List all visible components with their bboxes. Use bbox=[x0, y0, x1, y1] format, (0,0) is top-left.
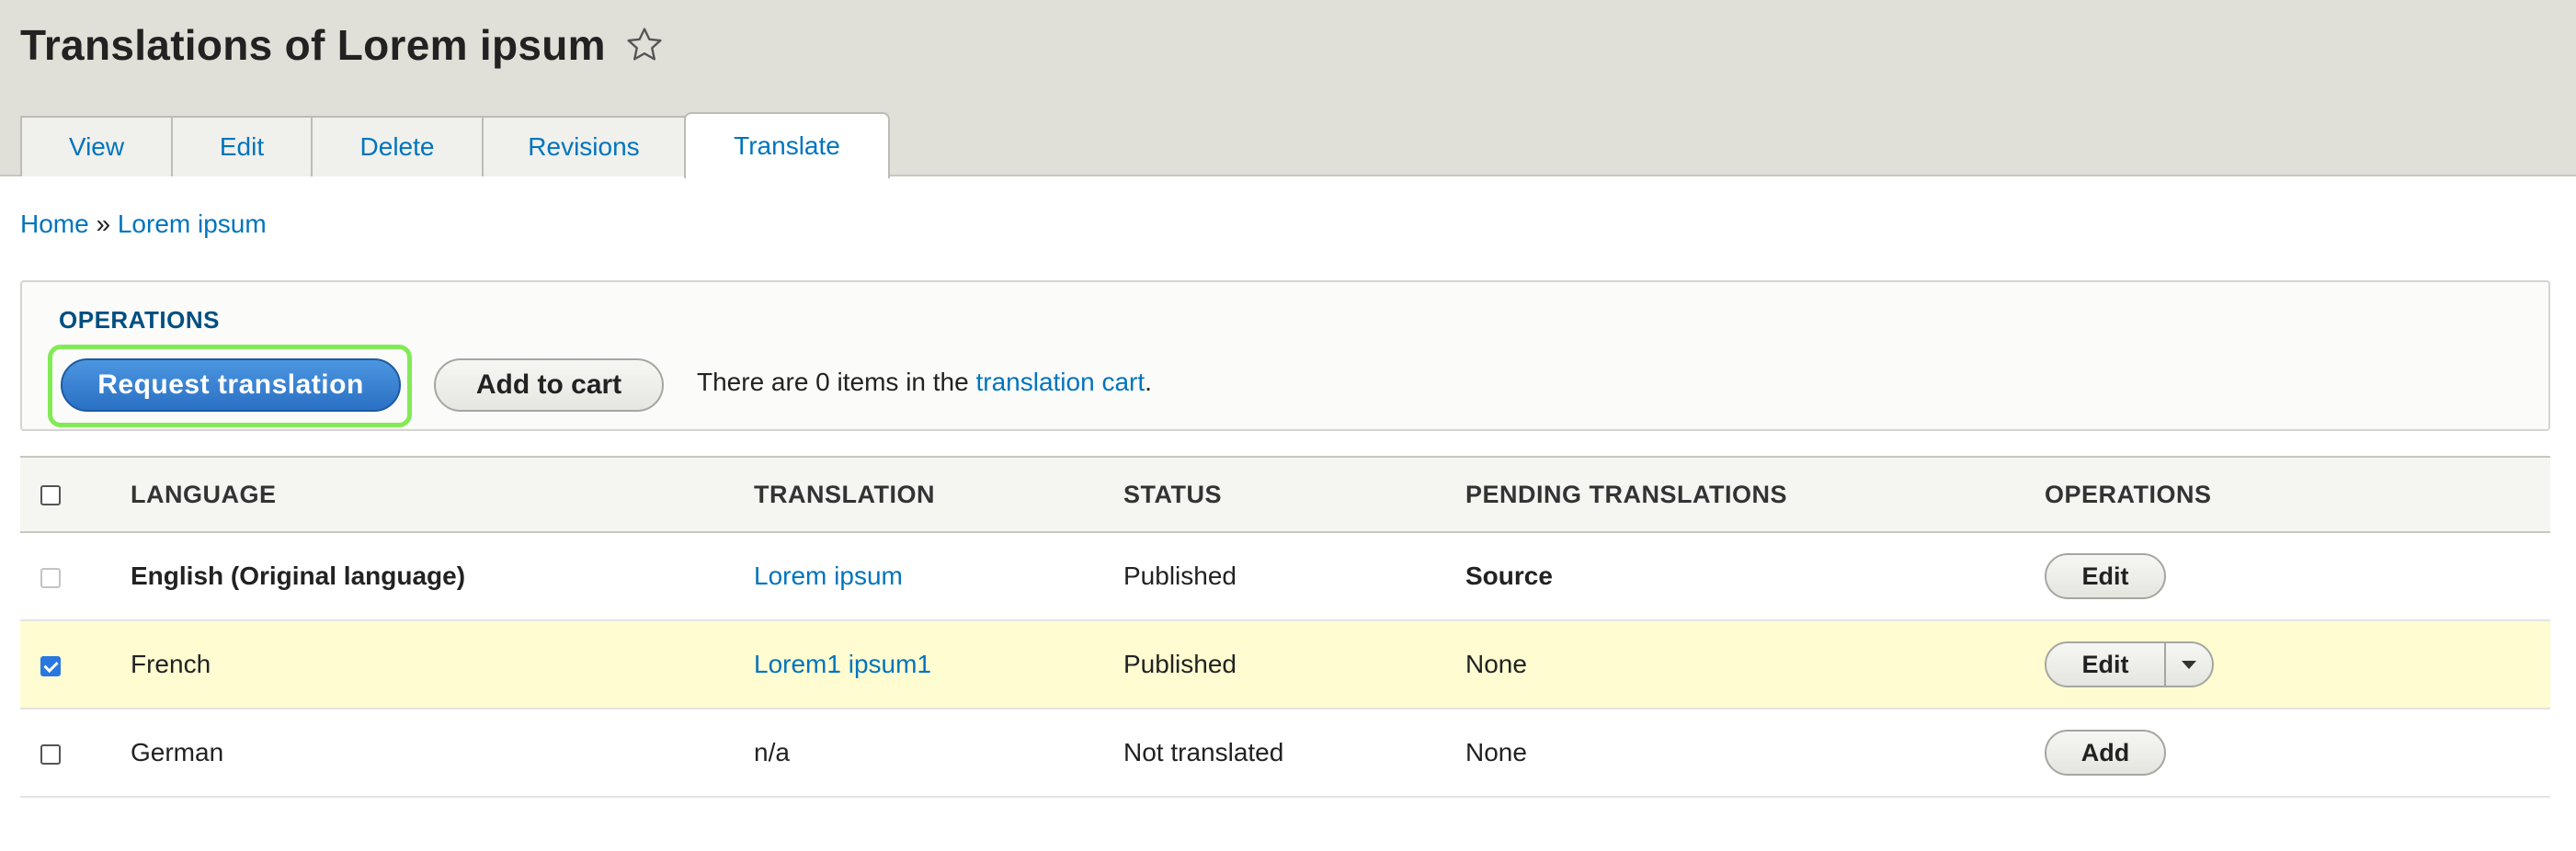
page-header: Translations of Lorem ipsum View Edit De… bbox=[0, 0, 2576, 178]
column-header-language: LANGUAGE bbox=[131, 456, 754, 533]
tab-label: Edit bbox=[219, 132, 265, 161]
edit-button[interactable]: Edit bbox=[2045, 641, 2166, 687]
tab-edit[interactable]: Edit bbox=[171, 116, 313, 176]
translation-link[interactable]: Lorem ipsum bbox=[754, 562, 903, 590]
pending-cell: None bbox=[1465, 709, 2045, 798]
dropdown-toggle-button[interactable] bbox=[2164, 641, 2214, 687]
page-title-text: Translations of Lorem ipsum bbox=[20, 21, 606, 69]
row-select-cell bbox=[20, 709, 131, 798]
add-button[interactable]: Add bbox=[2045, 730, 2166, 776]
breadcrumb-home-link[interactable]: Home bbox=[20, 210, 89, 238]
row-checkbox-english bbox=[40, 567, 61, 588]
star-icon[interactable] bbox=[624, 25, 665, 65]
table-row: English (Original language) Lorem ipsum … bbox=[20, 532, 2550, 621]
status-cell: Published bbox=[1123, 620, 1465, 709]
status-cell: Published bbox=[1123, 532, 1465, 621]
select-all-header bbox=[20, 456, 131, 533]
edit-button[interactable]: Edit bbox=[2045, 553, 2166, 599]
cart-text-before: There are 0 items in the bbox=[697, 368, 969, 396]
table-header-row: LANGUAGE TRANSLATION STATUS PENDING TRAN… bbox=[20, 456, 2550, 533]
cart-status-text: There are 0 items in the translation car… bbox=[697, 368, 1152, 397]
row-checkbox-french[interactable] bbox=[40, 655, 61, 676]
row-select-cell bbox=[20, 532, 131, 621]
tab-label: Delete bbox=[359, 132, 435, 161]
tab-label: Revisions bbox=[528, 132, 640, 161]
tab-delete[interactable]: Delete bbox=[311, 116, 484, 176]
translations-table: LANGUAGE TRANSLATION STATUS PENDING TRAN… bbox=[20, 456, 2550, 798]
primary-tabs: View Edit Delete Revisions Translate bbox=[20, 112, 890, 178]
operations-panel: OPERATIONS Request translation Add to ca… bbox=[20, 280, 2550, 431]
translation-cell: n/a bbox=[754, 709, 1123, 798]
tab-label: View bbox=[68, 132, 125, 161]
column-header-pending: PENDING TRANSLATIONS bbox=[1465, 456, 2045, 533]
tab-label: Translate bbox=[734, 131, 840, 160]
tab-revisions[interactable]: Revisions bbox=[482, 116, 686, 176]
tab-view[interactable]: View bbox=[20, 116, 173, 176]
page-title: Translations of Lorem ipsum bbox=[20, 20, 665, 70]
language-cell: English (Original language) bbox=[131, 532, 754, 621]
add-to-cart-button[interactable]: Add to cart bbox=[434, 358, 664, 412]
operations-cell: Add bbox=[2045, 709, 2550, 798]
tab-translate[interactable]: Translate bbox=[684, 112, 890, 178]
table-row: German n/a Not translated None Add bbox=[20, 709, 2550, 798]
table-row: French Lorem1 ipsum1 Published None Edit bbox=[20, 620, 2550, 709]
status-cell: Not translated bbox=[1123, 709, 1465, 798]
request-translation-button[interactable]: Request translation bbox=[61, 358, 401, 412]
select-all-checkbox[interactable] bbox=[40, 485, 61, 506]
translation-cell: Lorem ipsum bbox=[754, 532, 1123, 621]
breadcrumb-separator: » bbox=[96, 210, 111, 238]
column-header-operations: OPERATIONS bbox=[2045, 456, 2550, 533]
translation-cart-link[interactable]: translation cart bbox=[975, 368, 1145, 396]
row-checkbox-german[interactable] bbox=[40, 743, 61, 765]
language-cell: German bbox=[131, 709, 754, 798]
column-header-status: STATUS bbox=[1123, 456, 1465, 533]
breadcrumb: Home » Lorem ipsum bbox=[20, 210, 267, 239]
pending-cell: None bbox=[1465, 620, 2045, 709]
cart-text-after: . bbox=[1145, 368, 1152, 396]
language-cell: French bbox=[131, 620, 754, 709]
translation-link[interactable]: Lorem1 ipsum1 bbox=[754, 650, 931, 678]
breadcrumb-current-link[interactable]: Lorem ipsum bbox=[118, 210, 267, 238]
column-header-translation: TRANSLATION bbox=[754, 456, 1123, 533]
operations-cell: Edit bbox=[2045, 532, 2550, 621]
translation-cell: Lorem1 ipsum1 bbox=[754, 620, 1123, 709]
chevron-down-icon bbox=[2182, 660, 2196, 669]
operations-cell: Edit bbox=[2045, 620, 2550, 709]
pending-cell: Source bbox=[1465, 532, 2045, 621]
operations-title: OPERATIONS bbox=[59, 306, 220, 334]
row-select-cell bbox=[20, 620, 131, 709]
edit-dropbutton: Edit bbox=[2045, 641, 2214, 687]
